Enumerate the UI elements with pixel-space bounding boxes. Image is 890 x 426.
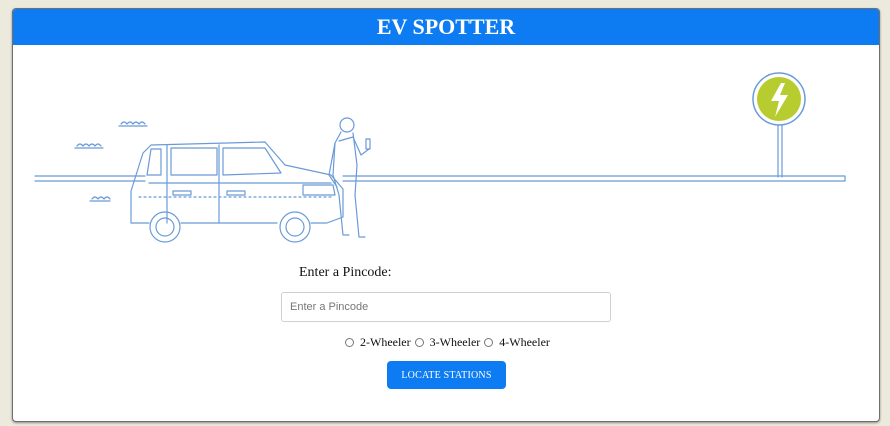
radio-4-wheeler-input[interactable] bbox=[484, 338, 494, 347]
main-card: EV SPOTTER Enter a Pincode: Enter a Pinc… bbox=[12, 8, 880, 422]
radio-3-wheeler-input[interactable] bbox=[414, 338, 424, 347]
car-illustration bbox=[130, 141, 344, 243]
radio-3-wheeler[interactable]: 3-Wheeler bbox=[414, 335, 481, 350]
person-illustration bbox=[328, 117, 371, 238]
radio-2-wheeler-input[interactable] bbox=[345, 338, 354, 347]
pincode-input[interactable] bbox=[281, 292, 611, 322]
app-header: EV SPOTTER bbox=[13, 9, 879, 45]
radio-2-wheeler[interactable]: 2-Wheeler bbox=[345, 335, 411, 350]
hero-illustration bbox=[34, 72, 846, 243]
locate-stations-button[interactable]: LOCATE STATIONS bbox=[387, 361, 506, 389]
road-lines bbox=[34, 175, 846, 182]
pincode-label: Enter a Pincode: bbox=[299, 265, 392, 280]
charging-sign-icon bbox=[777, 120, 783, 178]
radio-3-wheeler-label: 3-Wheeler bbox=[429, 335, 481, 349]
radio-4-wheeler[interactable]: 4-Wheeler bbox=[484, 335, 550, 350]
cloud-marks bbox=[74, 121, 148, 202]
radio-2-wheeler-label: 2-Wheeler bbox=[360, 335, 411, 349]
app-title: EV SPOTTER bbox=[376, 14, 516, 39]
radio-4-wheeler-label: 4-Wheeler bbox=[499, 335, 550, 349]
vehicle-type-group: 2-Wheeler 3-Wheeler 4-Wheeler bbox=[345, 335, 554, 350]
